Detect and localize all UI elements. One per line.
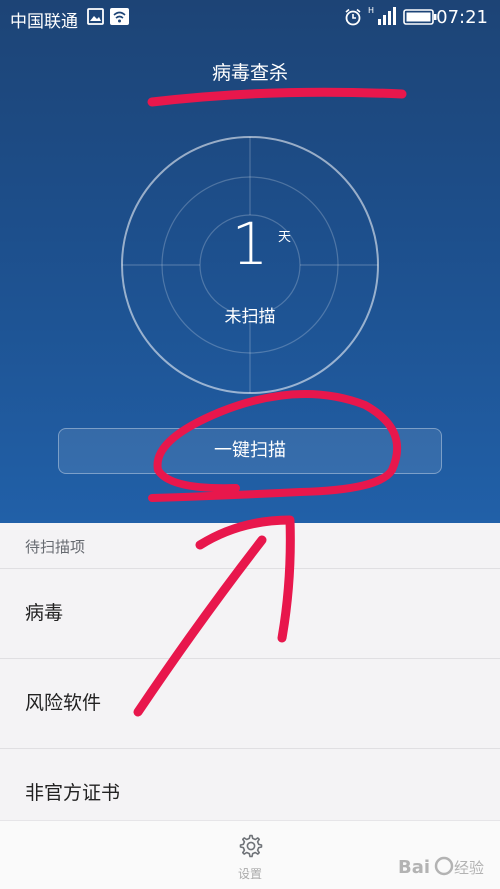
days-unit: 天 — [278, 230, 292, 245]
battery-icon — [403, 9, 437, 30]
alarm-icon — [344, 8, 362, 31]
days-since-scan: 1 — [231, 210, 269, 278]
page-title: 病毒查杀 — [211, 62, 288, 84]
image-icon — [87, 8, 104, 30]
svg-text:经验: 经验 — [454, 859, 484, 877]
list-item-label: 非官方证书 — [25, 782, 121, 804]
pending-scan-list: 待扫描项 病毒 风险软件 非官方证书 — [0, 523, 500, 820]
baidu-jingyan-watermark: Bai 经验 — [398, 856, 484, 878]
list-item-risky-software[interactable]: 风险软件 — [0, 659, 500, 749]
signal-icon: H — [368, 5, 396, 32]
pending-scan-header: 待扫描项 — [0, 523, 500, 569]
clock-time: 07:21 — [436, 7, 488, 28]
svg-text:H: H — [368, 6, 374, 15]
settings-gear-icon[interactable] — [237, 833, 263, 859]
list-item-label: 风险软件 — [25, 692, 102, 714]
scan-status-caption: 未扫描 — [224, 307, 276, 327]
one-click-scan-button[interactable]: 一键扫描 — [58, 428, 442, 474]
svg-text:Bai: Bai — [398, 857, 430, 878]
carrier-name: 中国联通 — [10, 12, 78, 32]
scan-hero-panel: 中国联通 H 07:21 病毒查杀 1 天 未扫描 一键扫描 — [0, 0, 500, 523]
list-item-virus[interactable]: 病毒 — [0, 569, 500, 659]
list-item-label: 病毒 — [25, 602, 64, 624]
status-bar: 中国联通 H 07:21 — [0, 0, 500, 36]
wifi-icon — [110, 8, 129, 30]
